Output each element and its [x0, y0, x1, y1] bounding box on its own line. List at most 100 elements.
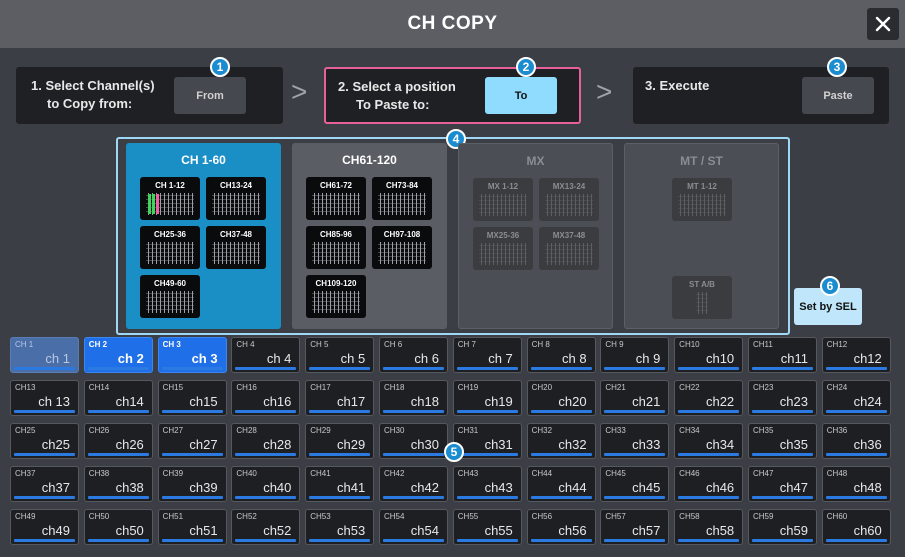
- channel-button[interactable]: CH14 ch14: [83, 380, 153, 416]
- channel-button[interactable]: CH15 ch15: [157, 380, 227, 416]
- channel-color-bar: [456, 410, 518, 413]
- channel-button[interactable]: CH57 ch57: [600, 509, 670, 545]
- channel-button[interactable]: CH17 ch17: [305, 380, 375, 416]
- channel-button[interactable]: CH 9 ch 9: [600, 337, 670, 373]
- channel-button[interactable]: CH38 ch38: [83, 466, 153, 502]
- channel-button[interactable]: CH34 ch34: [674, 423, 744, 459]
- channel-color-bar: [456, 539, 518, 542]
- channel-button[interactable]: CH50 ch50: [83, 509, 153, 545]
- channel-button[interactable]: CH42 ch42: [378, 466, 448, 502]
- channel-button[interactable]: CH 5 ch 5: [305, 337, 375, 373]
- channel-button[interactable]: CH45 ch45: [600, 466, 670, 502]
- channel-button[interactable]: CH30 ch30: [378, 423, 448, 459]
- channel-button[interactable]: CH10 ch10: [674, 337, 744, 373]
- channel-group-ch13-24[interactable]: CH13-24: [206, 177, 266, 220]
- channel-button[interactable]: CH56 ch56: [526, 509, 596, 545]
- paste-button[interactable]: Paste: [802, 77, 874, 114]
- channel-button[interactable]: CH48 ch48: [821, 466, 891, 502]
- channel-group-ch1-12[interactable]: CH 1-12: [140, 177, 200, 220]
- channel-button[interactable]: CH27 ch27: [157, 423, 227, 459]
- channel-button[interactable]: CH11 ch11: [747, 337, 817, 373]
- channel-button[interactable]: CH36 ch36: [821, 423, 891, 459]
- channel-name: ch36: [853, 437, 882, 452]
- channel-button[interactable]: CH25 ch25: [10, 423, 79, 459]
- channel-name: ch21: [632, 394, 661, 409]
- channel-button[interactable]: CH29 ch29: [305, 423, 375, 459]
- channel-button[interactable]: CH19 ch19: [452, 380, 522, 416]
- channel-button[interactable]: CH60 ch60: [821, 509, 891, 545]
- channel-group-ch73-84[interactable]: CH73-84: [372, 177, 432, 220]
- channel-button[interactable]: CH32 ch32: [526, 423, 596, 459]
- channel-name: ch11: [780, 351, 808, 366]
- channel-button[interactable]: CH20 ch20: [526, 380, 596, 416]
- channel-number: CH 2: [88, 340, 108, 349]
- channel-name: ch12: [853, 351, 882, 366]
- from-button[interactable]: From: [174, 77, 246, 114]
- channel-button[interactable]: CH 4 ch 4: [231, 337, 301, 373]
- channel-button[interactable]: CH 7 ch 7: [452, 337, 522, 373]
- channel-group-ch25-36[interactable]: CH25-36: [140, 226, 200, 269]
- channel-button[interactable]: CH13 ch 13: [10, 380, 79, 416]
- channel-button[interactable]: CH52 ch52: [231, 509, 301, 545]
- bank-ch-1-60[interactable]: CH 1-60 CH 1-12 CH13-24 CH25-36 CH37-48: [126, 143, 281, 329]
- channel-button[interactable]: CH33 ch33: [600, 423, 670, 459]
- channel-button[interactable]: CH39 ch39: [157, 466, 227, 502]
- channel-button[interactable]: CH37 ch37: [10, 466, 79, 502]
- channel-group-ch109-120[interactable]: CH109-120: [306, 275, 366, 318]
- channel-color-bar: [235, 367, 297, 370]
- channel-color-bar: [309, 539, 371, 542]
- channel-group-mx37-48: MX37-48: [539, 227, 599, 270]
- channel-color-bar: [14, 539, 75, 542]
- channel-button[interactable]: CH43 ch43: [452, 466, 522, 502]
- channel-button[interactable]: CH21 ch21: [600, 380, 670, 416]
- channel-button[interactable]: CH59 ch59: [747, 509, 817, 545]
- step-1-label-line1: 1. Select Channel(s): [31, 78, 155, 93]
- channel-button[interactable]: CH 2 ch 2: [83, 337, 153, 373]
- channel-group-ch49-60[interactable]: CH49-60: [140, 275, 200, 318]
- close-button[interactable]: [867, 8, 899, 40]
- channel-color-bar: [382, 367, 444, 370]
- channel-color-bar: [825, 453, 887, 456]
- title-bar: CH COPY: [0, 0, 905, 48]
- channel-color-bar: [825, 410, 887, 413]
- channel-button[interactable]: CH44 ch44: [526, 466, 596, 502]
- channel-button[interactable]: CH 1 ch 1: [10, 337, 79, 373]
- channel-button[interactable]: CH28 ch28: [231, 423, 301, 459]
- channel-button[interactable]: CH53 ch53: [305, 509, 375, 545]
- channel-button[interactable]: CH 3 ch 3: [157, 337, 227, 373]
- channel-button[interactable]: CH40 ch40: [231, 466, 301, 502]
- fader-strip-icon: [479, 194, 527, 216]
- channel-button[interactable]: CH51 ch51: [157, 509, 227, 545]
- fader-strip-icon: [479, 243, 527, 265]
- channel-button[interactable]: CH47 ch47: [747, 466, 817, 502]
- channel-group-ch37-48[interactable]: CH37-48: [206, 226, 266, 269]
- channel-button[interactable]: CH41 ch41: [305, 466, 375, 502]
- channel-button[interactable]: CH12 ch12: [821, 337, 891, 373]
- channel-name: ch 13: [38, 394, 70, 409]
- meter-icon: [148, 194, 151, 214]
- channel-button[interactable]: CH22 ch22: [674, 380, 744, 416]
- channel-button[interactable]: CH49 ch49: [10, 509, 79, 545]
- channel-name: ch30: [410, 437, 439, 452]
- channel-button[interactable]: CH58 ch58: [674, 509, 744, 545]
- channel-button[interactable]: CH 6 ch 6: [378, 337, 448, 373]
- channel-button[interactable]: CH16 ch16: [231, 380, 301, 416]
- group-label: CH49-60: [153, 279, 186, 288]
- channel-button[interactable]: CH26 ch26: [83, 423, 153, 459]
- channel-button[interactable]: CH23 ch23: [747, 380, 817, 416]
- channel-name: ch22: [705, 394, 735, 409]
- bank-ch-61-120[interactable]: CH61-120 CH61-72 CH73-84 CH85-96 CH97-10…: [292, 143, 447, 329]
- channel-button[interactable]: CH 8 ch 8: [526, 337, 596, 373]
- channel-button[interactable]: CH46 ch46: [674, 466, 744, 502]
- channel-group-ch61-72[interactable]: CH61-72: [306, 177, 366, 220]
- group-label: CH25-36: [153, 230, 186, 239]
- channel-name: ch 5: [340, 351, 366, 366]
- channel-group-ch97-108[interactable]: CH97-108: [372, 226, 432, 269]
- channel-group-ch85-96[interactable]: CH85-96: [306, 226, 366, 269]
- channel-button[interactable]: CH24 ch24: [821, 380, 891, 416]
- channel-button[interactable]: CH54 ch54: [378, 509, 448, 545]
- channel-button[interactable]: CH55 ch55: [452, 509, 522, 545]
- to-button[interactable]: To: [485, 77, 557, 114]
- channel-button[interactable]: CH18 ch18: [378, 380, 448, 416]
- channel-button[interactable]: CH35 ch35: [747, 423, 817, 459]
